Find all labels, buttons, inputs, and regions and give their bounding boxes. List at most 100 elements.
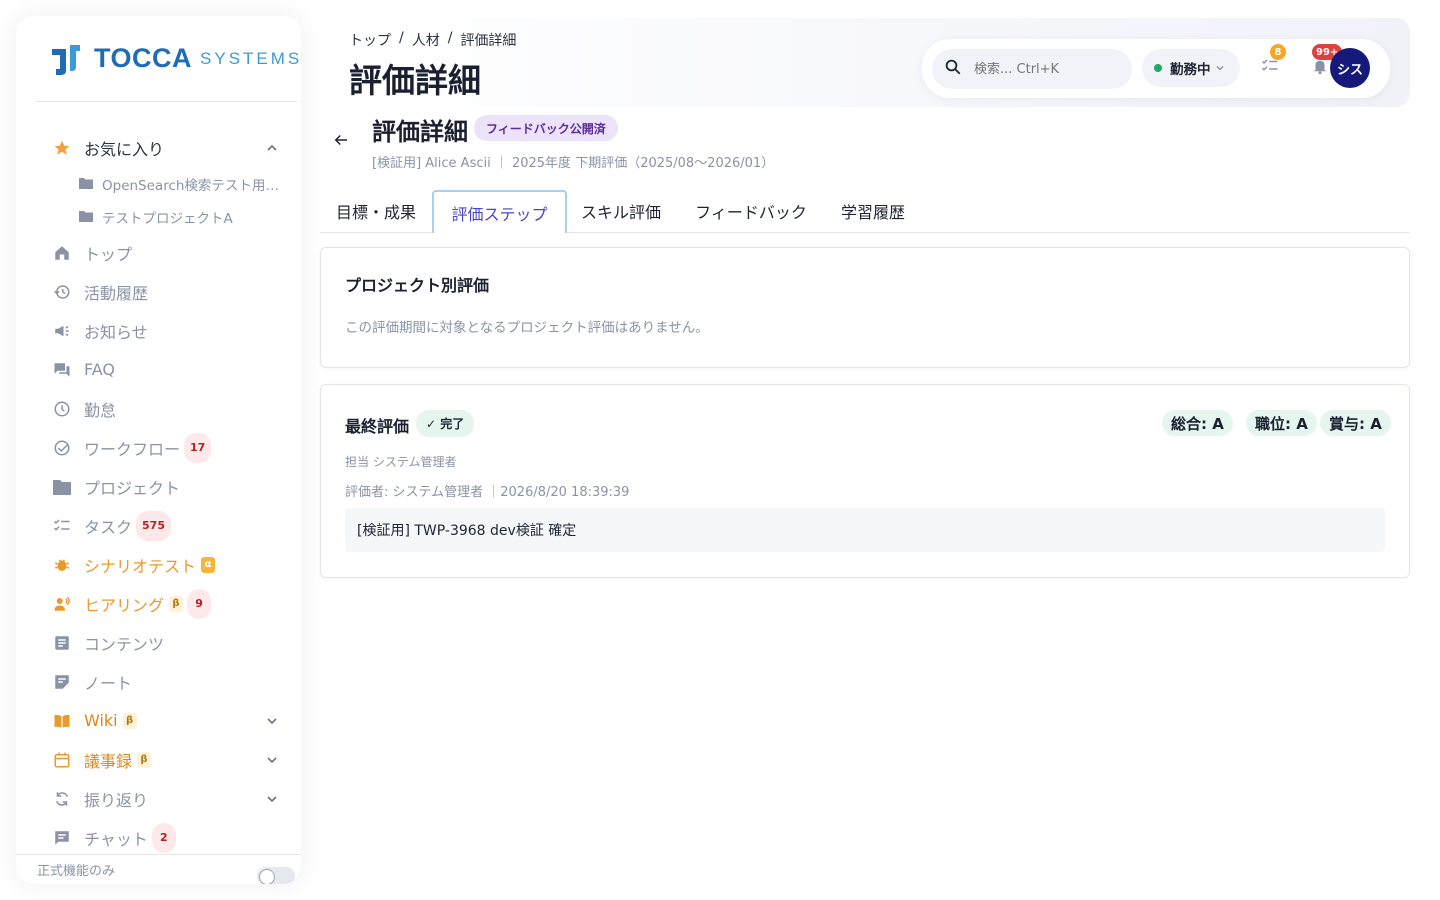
beta-tag: β (122, 712, 137, 729)
header-toolbar: 勤務中 8 99+ シス (922, 39, 1390, 98)
sidebar-item-favorites[interactable]: お気に入り (16, 128, 301, 167)
home-icon (52, 243, 72, 263)
work-status-dropdown[interactable]: 勤務中 (1142, 49, 1240, 87)
back-arrow-icon[interactable] (332, 131, 350, 149)
sidebar-item-project[interactable]: プロジェクト (16, 467, 301, 506)
tasks-button[interactable]: 8 (1258, 44, 1286, 80)
chevron-down-icon[interactable] (265, 752, 279, 766)
page-title: 評価詳細 (349, 61, 481, 100)
beta-tag: β (169, 595, 184, 612)
sidebar-nav: お気に入り OpenSearch検索テスト用プ... テストプロジェクトA トッ… (16, 102, 301, 857)
breadcrumb-separator: / (447, 30, 453, 46)
official-features-label: 正式機能のみ (37, 864, 116, 879)
sidebar-item-workflow[interactable]: ワークフロー 17 (16, 428, 301, 467)
sidebar-footer: 正式機能のみ (16, 854, 301, 884)
chevron-up-icon[interactable] (265, 140, 279, 154)
sidebar-item-label: ヒアリング (84, 595, 165, 615)
calendar-icon (52, 750, 72, 770)
completed-badge: ✓ 完了 (416, 410, 475, 437)
sidebar-item-label: コンテンツ (84, 634, 165, 654)
sidebar-item-wiki[interactable]: Wiki β (16, 701, 301, 740)
sidebar-item-chat[interactable]: チャット 2 (16, 818, 301, 857)
tocca-logo-icon (48, 41, 84, 77)
sidebar-item-scenario-test[interactable]: シナリオテスト α (16, 545, 301, 584)
tasks-count-badge: 8 (1270, 44, 1286, 60)
sidebar-item-retrospective[interactable]: 振り返り (16, 779, 301, 818)
sidebar-item-label: プロジェクト (84, 478, 181, 498)
history-icon (52, 282, 72, 302)
sidebar: TOCCA SYSTEMS お気に入り OpenSearch検索テスト用プ...… (16, 16, 301, 884)
sidebar-favorite-label: OpenSearch検索テスト用プ... (102, 177, 287, 194)
sidebar-item-news[interactable]: お知らせ (16, 311, 301, 350)
sidebar-item-task[interactable]: タスク 575 (16, 506, 301, 545)
evaluation-meta: [検証用] Alice Ascii ｜ 2025年度 下期評価（2025/08〜… (372, 156, 775, 171)
status-dot (1154, 64, 1162, 72)
sidebar-item-faq[interactable]: FAQ (16, 350, 301, 389)
sidebar-item-minutes[interactable]: 議事録 β (16, 740, 301, 779)
breadcrumb-link-top[interactable]: トップ (349, 30, 391, 50)
beta-tag: β (137, 751, 152, 768)
detail-title: 評価詳細 (372, 118, 468, 146)
project-evaluation-empty: この評価期間に対象となるプロジェクト評価はありません。 (345, 320, 709, 336)
sync-icon (52, 789, 72, 809)
feedback-status-tag: フィードバック公開済 (474, 115, 618, 141)
article-icon (52, 633, 72, 653)
chevron-down-icon (1215, 63, 1225, 73)
checklist-icon (52, 516, 72, 536)
sidebar-favorite-item[interactable]: OpenSearch検索テスト用プ... (16, 167, 301, 200)
avatar[interactable]: シス (1330, 48, 1370, 88)
final-evaluation-title: 最終評価 (345, 417, 410, 436)
brand-logo[interactable]: TOCCA SYSTEMS (36, 16, 299, 102)
breadcrumb-separator: / (399, 30, 404, 46)
book-icon (52, 711, 72, 731)
tab-feedback[interactable]: フィードバック (675, 190, 827, 232)
chevron-down-icon[interactable] (265, 713, 279, 727)
overall-grade-badge: 総合: A (1162, 410, 1233, 436)
tab-evaluation-steps[interactable]: 評価ステップ (432, 190, 567, 233)
search-icon (944, 58, 962, 80)
sidebar-item-activity[interactable]: 活動履歴 (16, 272, 301, 311)
official-features-toggle[interactable] (257, 867, 295, 884)
project-evaluation-title: プロジェクト別評価 (345, 276, 490, 295)
hearing-count-badge: 9 (187, 588, 212, 619)
sidebar-favorite-label: テストプロジェクトA (102, 210, 233, 227)
bug-icon (52, 555, 72, 575)
sidebar-item-hearing[interactable]: ヒアリング β 9 (16, 584, 301, 623)
search-box[interactable] (932, 49, 1132, 89)
sidebar-item-attendance[interactable]: 勤怠 (16, 389, 301, 428)
sidebar-item-label: トップ (84, 244, 133, 264)
breadcrumb-link-talent[interactable]: 人材 (412, 30, 440, 50)
checklist-icon (1261, 57, 1279, 79)
brand-name: TOCCA (94, 43, 193, 73)
star-icon (52, 138, 72, 158)
breadcrumb-current: 評価詳細 (460, 33, 517, 49)
workflow-count-badge: 17 (184, 432, 212, 463)
project-evaluation-card: プロジェクト別評価 この評価期間に対象となるプロジェクト評価はありません。 (320, 247, 1410, 368)
sidebar-item-label: ノート (84, 673, 133, 693)
folder-icon (52, 477, 72, 497)
sidebar-item-label: チャット (84, 829, 148, 849)
sidebar-item-contents[interactable]: コンテンツ (16, 623, 301, 662)
tab-goals[interactable]: 目標・成果 (320, 190, 432, 232)
work-status-label: 勤務中 (1170, 62, 1211, 78)
search-input[interactable] (974, 61, 1114, 77)
bell-icon (1311, 57, 1329, 79)
folder-icon (79, 174, 93, 193)
breadcrumb: トップ / 人材 / 評価詳細 (349, 30, 516, 50)
sidebar-item-label: お知らせ (84, 322, 148, 342)
check-circle-icon (52, 438, 72, 458)
chevron-down-icon[interactable] (265, 791, 279, 805)
clock-icon (52, 399, 72, 419)
sidebar-item-note[interactable]: ノート (16, 662, 301, 701)
notifications-button[interactable]: 99+ (1308, 44, 1343, 80)
tab-bar: 目標・成果 評価ステップ スキル評価 フィードバック 学習履歴 (320, 190, 1410, 233)
sidebar-item-top[interactable]: トップ (16, 233, 301, 272)
position-grade-badge: 職位: A (1246, 410, 1317, 436)
tab-skill-evaluation[interactable]: スキル評価 (567, 190, 675, 232)
tab-learning-history[interactable]: 学習履歴 (827, 190, 919, 232)
assignee-label: 担当 システム管理者 (345, 455, 457, 469)
task-count-badge: 575 (136, 510, 171, 541)
sidebar-favorite-item[interactable]: テストプロジェクトA (16, 200, 301, 233)
folder-icon (79, 207, 93, 226)
forum-icon (52, 360, 72, 380)
